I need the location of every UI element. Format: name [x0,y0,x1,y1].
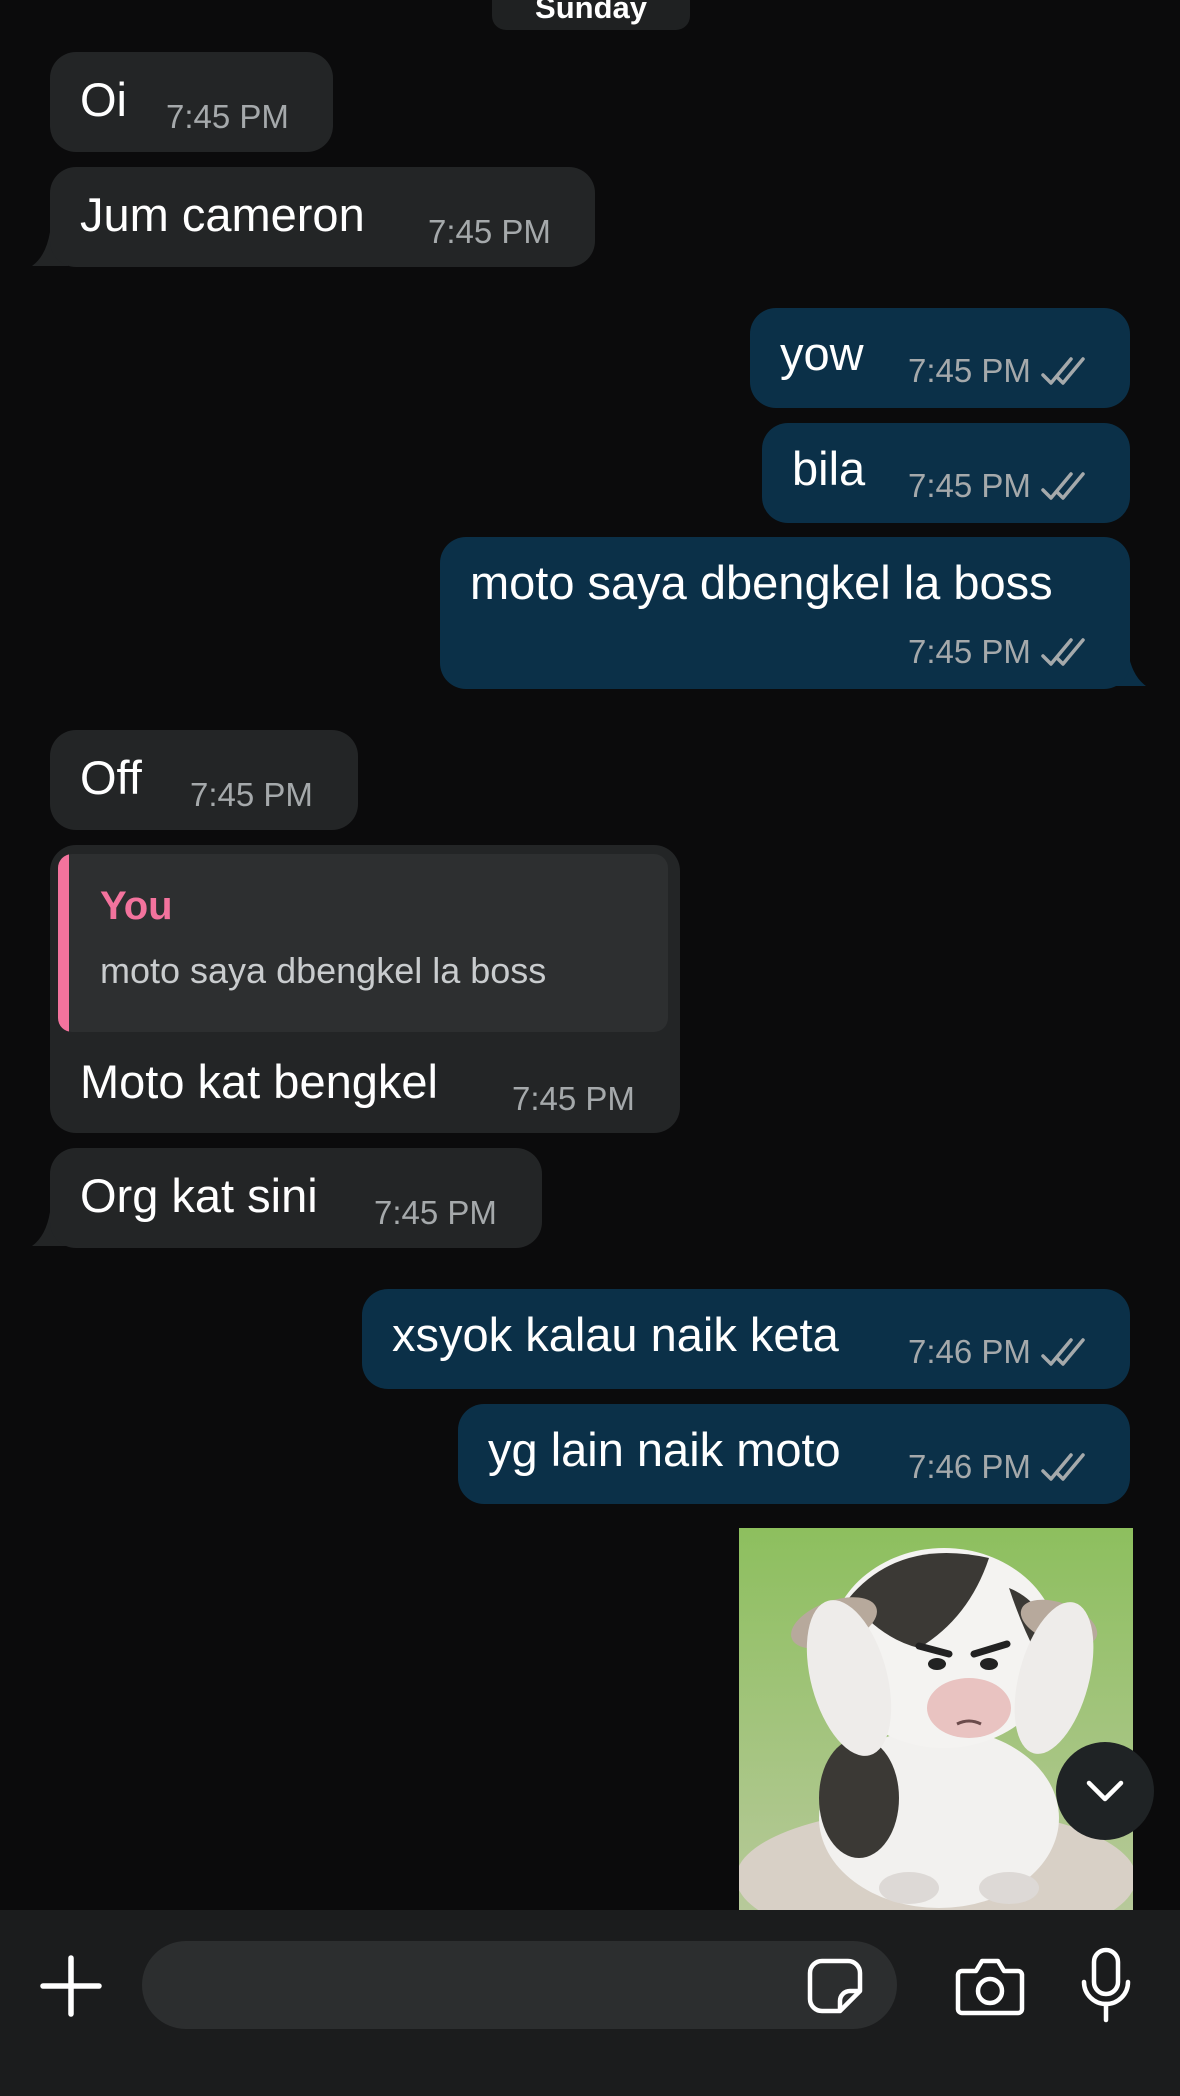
reply-text: moto saya dbengkel la boss [100,950,547,991]
message-bubble-incoming[interactable]: Jum cameron 7:45 PM [50,167,595,267]
reply-accent-bar [58,854,69,1032]
chevron-down-icon [1086,1780,1124,1802]
message-text: Jum cameron [80,188,365,241]
message-time: 7:45 PM [166,98,289,135]
scroll-to-bottom-button[interactable] [1056,1742,1154,1840]
message-bubble-outgoing[interactable]: yg lain naik moto 7:46 PM [458,1404,1130,1504]
message-time: 7:45 PM [190,776,313,813]
message-text: yg lain naik moto [488,1423,841,1476]
reply-quote[interactable]: You moto saya dbengkel la boss [58,854,668,1032]
microphone-icon[interactable] [1078,1946,1134,2026]
double-check-icon [1041,357,1085,385]
message-text: Off [80,751,142,804]
message-meta: 7:46 PM [908,1448,1087,1486]
message-bubble-outgoing[interactable]: xsyok kalau naik keta 7:46 PM [362,1289,1130,1389]
message-text: bila [792,442,866,495]
plus-icon[interactable] [38,1953,104,2019]
frustrated-cow-sticker[interactable] [739,1528,1133,1910]
message-time: 7:46 PM [908,1333,1031,1370]
message-text: Oi [80,73,127,126]
message-time: 7:45 PM [908,352,1031,389]
message-bubble-incoming[interactable]: Oi 7:45 PM [50,52,333,152]
reply-author: You [100,884,173,928]
message-time: 7:45 PM [512,1080,635,1117]
message-time: 7:45 PM [428,213,551,250]
message-bubble-outgoing[interactable]: yow 7:45 PM [750,308,1130,408]
double-check-icon [1041,1453,1085,1481]
message-time: 7:45 PM [374,1194,497,1231]
message-meta: 7:45 PM [908,633,1087,671]
double-check-icon [1041,638,1085,666]
message-time: 7:45 PM [908,467,1031,504]
message-meta: 7:45 PM [908,467,1087,505]
message-bubble-outgoing[interactable]: moto saya dbengkel la boss 7:45 PM [440,537,1130,689]
sticker-icon[interactable] [806,1957,864,2015]
message-text: Org kat sini [80,1169,318,1222]
message-input[interactable] [142,1941,897,2029]
double-check-icon [1041,472,1085,500]
message-bubble-outgoing[interactable]: bila 7:45 PM [762,423,1130,523]
day-separator: Sunday [492,0,690,30]
message-meta: 7:46 PM [908,1333,1087,1371]
message-bubble-incoming[interactable]: Off 7:45 PM [50,730,358,830]
message-text: xsyok kalau naik keta [392,1308,839,1361]
message-text: Moto kat bengkel [80,1055,438,1108]
message-meta: 7:45 PM [908,352,1087,390]
message-text: moto saya dbengkel la boss [470,556,1053,609]
message-text: yow [780,327,864,380]
double-check-icon [1041,1338,1085,1366]
message-bubble-incoming[interactable]: Org kat sini 7:45 PM [50,1148,542,1248]
message-time: 7:45 PM [908,633,1031,670]
camera-icon[interactable] [954,1955,1026,2017]
message-time: 7:46 PM [908,1448,1031,1485]
